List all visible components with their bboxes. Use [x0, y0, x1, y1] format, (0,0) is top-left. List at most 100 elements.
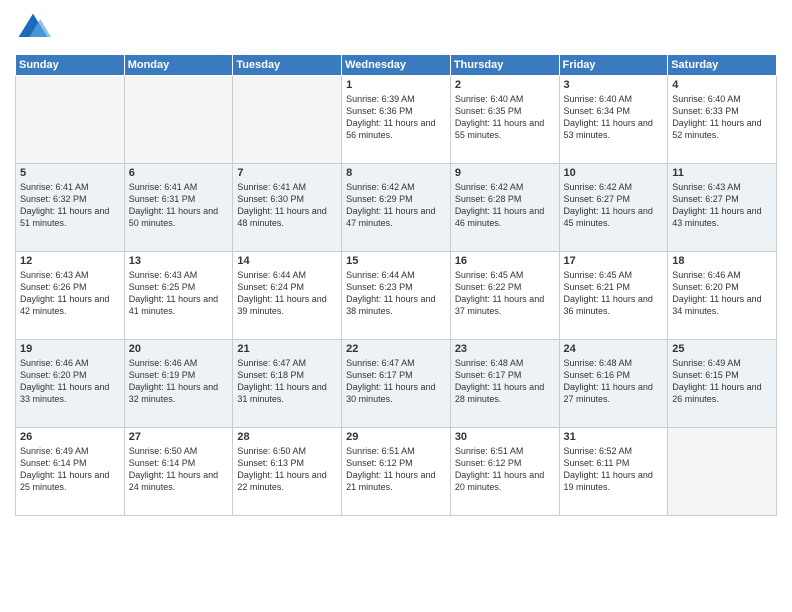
day-number: 31 — [564, 431, 664, 443]
day-cell: 10 Sunrise: 6:42 AM Sunset: 6:27 PM Dayli… — [559, 164, 668, 252]
day-cell: 18 Sunrise: 6:46 AM Sunset: 6:20 PM Dayli… — [668, 252, 777, 340]
day-number: 9 — [455, 167, 555, 179]
day-cell: 30 Sunrise: 6:51 AM Sunset: 6:12 PM Dayli… — [450, 428, 559, 516]
day-info: Sunrise: 6:44 AM Sunset: 6:23 PM Dayligh… — [346, 269, 446, 318]
day-number: 28 — [237, 431, 337, 443]
day-number: 13 — [129, 255, 229, 267]
day-info: Sunrise: 6:40 AM Sunset: 6:35 PM Dayligh… — [455, 93, 555, 142]
day-info: Sunrise: 6:44 AM Sunset: 6:24 PM Dayligh… — [237, 269, 337, 318]
logo — [15, 10, 55, 46]
day-cell: 5Sunrise: 6:41 AM Sunset: 6:32 PM Daylig… — [16, 164, 125, 252]
day-cell: 23Sunrise: 6:48 AM Sunset: 6:17 PM Dayli… — [450, 340, 559, 428]
day-number: 17 — [564, 255, 664, 267]
day-cell: 17 Sunrise: 6:45 AM Sunset: 6:21 PM Dayli… — [559, 252, 668, 340]
day-cell: 25Sunrise: 6:49 AM Sunset: 6:15 PM Dayli… — [668, 340, 777, 428]
day-number: 12 — [20, 255, 120, 267]
header-sunday: Sunday — [16, 55, 125, 76]
day-cell: 29Sunrise: 6:51 AM Sunset: 6:12 PM Dayli… — [342, 428, 451, 516]
day-cell: 8 Sunrise: 6:42 AM Sunset: 6:29 PM Daylig… — [342, 164, 451, 252]
logo-icon — [15, 10, 51, 46]
week-row-5: 26 Sunrise: 6:49 AM Sunset: 6:14 PM Dayli… — [16, 428, 777, 516]
page: SundayMondayTuesdayWednesdayThursdayFrid… — [0, 0, 792, 612]
day-info: Sunrise: 6:48 AM Sunset: 6:17 PM Dayligh… — [455, 357, 555, 406]
day-number: 10 — [564, 167, 664, 179]
day-number: 19 — [20, 343, 120, 355]
week-row-4: 19 Sunrise: 6:46 AM Sunset: 6:20 PM Dayli… — [16, 340, 777, 428]
day-number: 15 — [346, 255, 446, 267]
day-info: Sunrise: 6:43 AM Sunset: 6:26 PM Dayligh… — [20, 269, 120, 318]
day-cell: 6 Sunrise: 6:41 AM Sunset: 6:31 PM Daylig… — [124, 164, 233, 252]
day-number: 11 — [672, 167, 772, 179]
day-number: 7 — [237, 167, 337, 179]
day-cell — [124, 76, 233, 164]
day-cell: 21 Sunrise: 6:47 AM Sunset: 6:18 PM Dayli… — [233, 340, 342, 428]
day-number: 24 — [564, 343, 664, 355]
header-thursday: Thursday — [450, 55, 559, 76]
day-cell: 13 Sunrise: 6:43 AM Sunset: 6:25 PM Dayli… — [124, 252, 233, 340]
day-number: 18 — [672, 255, 772, 267]
day-cell: 14 Sunrise: 6:44 AM Sunset: 6:24 PM Dayli… — [233, 252, 342, 340]
day-number: 1 — [346, 79, 446, 91]
day-cell: 20 Sunrise: 6:46 AM Sunset: 6:19 PM Dayli… — [124, 340, 233, 428]
day-info: Sunrise: 6:40 AM Sunset: 6:34 PM Dayligh… — [564, 93, 664, 142]
day-cell: 16Sunrise: 6:45 AM Sunset: 6:22 PM Dayli… — [450, 252, 559, 340]
day-info: Sunrise: 6:43 AM Sunset: 6:25 PM Dayligh… — [129, 269, 229, 318]
day-info: Sunrise: 6:42 AM Sunset: 6:28 PM Dayligh… — [455, 181, 555, 230]
day-cell — [668, 428, 777, 516]
day-info: Sunrise: 6:42 AM Sunset: 6:27 PM Dayligh… — [564, 181, 664, 230]
day-info: Sunrise: 6:51 AM Sunset: 6:12 PM Dayligh… — [346, 445, 446, 494]
day-info: Sunrise: 6:46 AM Sunset: 6:19 PM Dayligh… — [129, 357, 229, 406]
week-row-3: 12 Sunrise: 6:43 AM Sunset: 6:26 PM Dayli… — [16, 252, 777, 340]
header-monday: Monday — [124, 55, 233, 76]
day-info: Sunrise: 6:49 AM Sunset: 6:14 PM Dayligh… — [20, 445, 120, 494]
day-cell — [233, 76, 342, 164]
day-cell: 12 Sunrise: 6:43 AM Sunset: 6:26 PM Dayli… — [16, 252, 125, 340]
day-cell: 31 Sunrise: 6:52 AM Sunset: 6:11 PM Dayli… — [559, 428, 668, 516]
week-row-1: 1Sunrise: 6:39 AM Sunset: 6:36 PM Daylig… — [16, 76, 777, 164]
day-info: Sunrise: 6:50 AM Sunset: 6:13 PM Dayligh… — [237, 445, 337, 494]
day-info: Sunrise: 6:41 AM Sunset: 6:30 PM Dayligh… — [237, 181, 337, 230]
day-number: 20 — [129, 343, 229, 355]
day-number: 30 — [455, 431, 555, 443]
day-number: 14 — [237, 255, 337, 267]
day-info: Sunrise: 6:40 AM Sunset: 6:33 PM Dayligh… — [672, 93, 772, 142]
day-cell: 24 Sunrise: 6:48 AM Sunset: 6:16 PM Dayli… — [559, 340, 668, 428]
header-saturday: Saturday — [668, 55, 777, 76]
day-info: Sunrise: 6:41 AM Sunset: 6:31 PM Dayligh… — [129, 181, 229, 230]
header — [15, 10, 777, 46]
day-cell: 1Sunrise: 6:39 AM Sunset: 6:36 PM Daylig… — [342, 76, 451, 164]
day-cell: 28 Sunrise: 6:50 AM Sunset: 6:13 PM Dayli… — [233, 428, 342, 516]
calendar: SundayMondayTuesdayWednesdayThursdayFrid… — [15, 54, 777, 516]
day-cell: 4 Sunrise: 6:40 AM Sunset: 6:33 PM Daylig… — [668, 76, 777, 164]
day-info: Sunrise: 6:45 AM Sunset: 6:22 PM Dayligh… — [455, 269, 555, 318]
header-tuesday: Tuesday — [233, 55, 342, 76]
day-info: Sunrise: 6:47 AM Sunset: 6:18 PM Dayligh… — [237, 357, 337, 406]
header-wednesday: Wednesday — [342, 55, 451, 76]
day-number: 4 — [672, 79, 772, 91]
day-info: Sunrise: 6:50 AM Sunset: 6:14 PM Dayligh… — [129, 445, 229, 494]
day-info: Sunrise: 6:43 AM Sunset: 6:27 PM Dayligh… — [672, 181, 772, 230]
day-info: Sunrise: 6:45 AM Sunset: 6:21 PM Dayligh… — [564, 269, 664, 318]
day-cell: 3Sunrise: 6:40 AM Sunset: 6:34 PM Daylig… — [559, 76, 668, 164]
day-info: Sunrise: 6:52 AM Sunset: 6:11 PM Dayligh… — [564, 445, 664, 494]
day-info: Sunrise: 6:42 AM Sunset: 6:29 PM Dayligh… — [346, 181, 446, 230]
day-info: Sunrise: 6:51 AM Sunset: 6:12 PM Dayligh… — [455, 445, 555, 494]
day-info: Sunrise: 6:46 AM Sunset: 6:20 PM Dayligh… — [672, 269, 772, 318]
day-cell: 15 Sunrise: 6:44 AM Sunset: 6:23 PM Dayli… — [342, 252, 451, 340]
day-info: Sunrise: 6:48 AM Sunset: 6:16 PM Dayligh… — [564, 357, 664, 406]
day-number: 27 — [129, 431, 229, 443]
header-row: SundayMondayTuesdayWednesdayThursdayFrid… — [16, 55, 777, 76]
day-info: Sunrise: 6:46 AM Sunset: 6:20 PM Dayligh… — [20, 357, 120, 406]
day-number: 2 — [455, 79, 555, 91]
day-info: Sunrise: 6:49 AM Sunset: 6:15 PM Dayligh… — [672, 357, 772, 406]
day-number: 22 — [346, 343, 446, 355]
day-info: Sunrise: 6:47 AM Sunset: 6:17 PM Dayligh… — [346, 357, 446, 406]
day-number: 21 — [237, 343, 337, 355]
day-cell: 22 Sunrise: 6:47 AM Sunset: 6:17 PM Dayli… — [342, 340, 451, 428]
day-cell: 9 Sunrise: 6:42 AM Sunset: 6:28 PM Daylig… — [450, 164, 559, 252]
day-cell: 2 Sunrise: 6:40 AM Sunset: 6:35 PM Daylig… — [450, 76, 559, 164]
day-number: 26 — [20, 431, 120, 443]
day-number: 6 — [129, 167, 229, 179]
day-number: 5 — [20, 167, 120, 179]
day-number: 8 — [346, 167, 446, 179]
